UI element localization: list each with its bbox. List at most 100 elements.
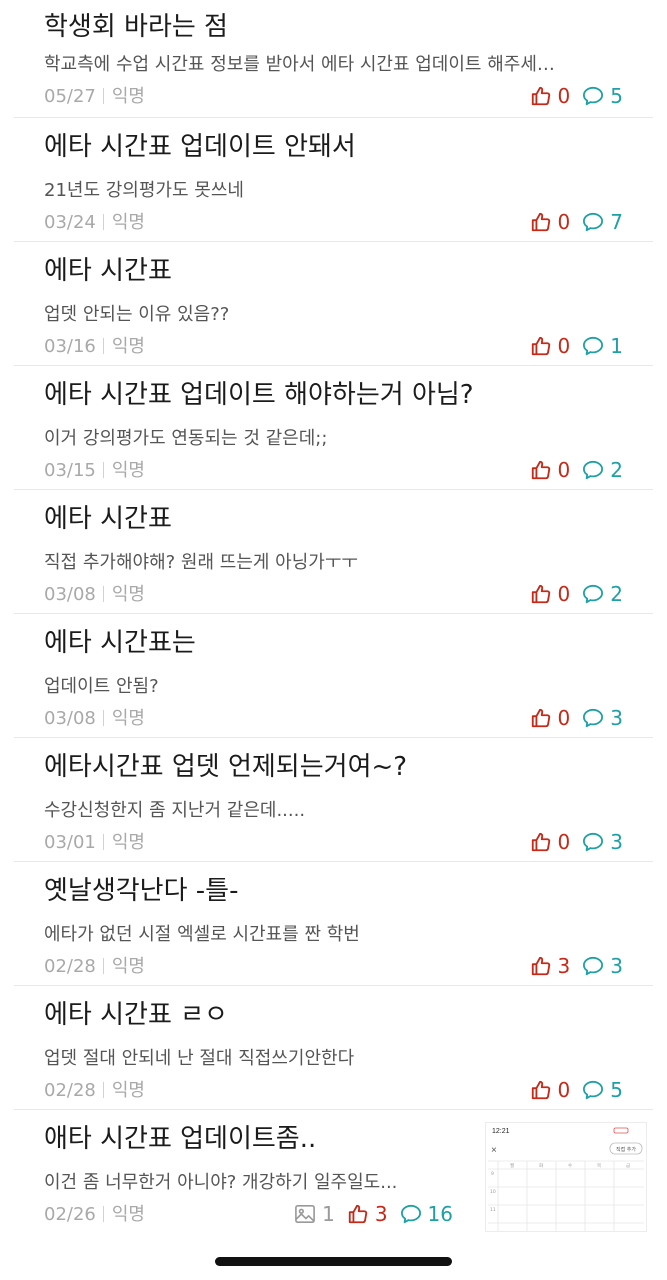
post-meta: 02/26 익명 bbox=[44, 1200, 145, 1226]
like-count: 0 bbox=[530, 1078, 570, 1102]
speech-bubble-icon bbox=[400, 1204, 421, 1224]
post-date: 03/15 bbox=[44, 460, 96, 481]
post-stats: 3 3 bbox=[518, 954, 623, 978]
post-preview: 수강신청한지 좀 지난거 같은데..... bbox=[44, 800, 306, 821]
post-item[interactable]: 에타 시간표 직접 추가해야해? 원래 뜨는게 아닝가ㅜㅜ 03/08 익명 0 … bbox=[14, 490, 653, 614]
post-preview: 업뎃 안되는 이유 있음?? bbox=[44, 304, 230, 325]
timetable-screenshot-image: 12:21 × 직접 추가 월 화 수 목 금 9 10 11 bbox=[488, 1127, 644, 1231]
thumb-day: 금 bbox=[626, 1163, 630, 1169]
meta-divider bbox=[102, 958, 104, 974]
post-author: 익명 bbox=[111, 956, 145, 977]
post-title: 에타시간표 업뎃 언제되는거여~? bbox=[44, 752, 408, 782]
thumb-day: 수 bbox=[568, 1163, 572, 1169]
thumbs-up-icon bbox=[531, 86, 550, 106]
post-meta: 03/08 익명 bbox=[44, 704, 145, 730]
speech-bubble-icon bbox=[583, 460, 604, 480]
thumbs-up-icon bbox=[531, 1080, 550, 1100]
post-title: 에타 시간표는 bbox=[44, 628, 196, 658]
post-author: 익명 bbox=[111, 708, 145, 729]
post-preview: 이건 좀 너무한거 아니야? 개강하기 일주일도... bbox=[44, 1172, 398, 1193]
speech-bubble-icon bbox=[583, 832, 604, 852]
thumbs-up-icon bbox=[531, 336, 550, 356]
post-date: 03/16 bbox=[44, 336, 96, 357]
post-stats: 0 1 bbox=[518, 334, 623, 358]
post-meta: 03/01 익명 bbox=[44, 828, 145, 854]
post-title: 에타 시간표 bbox=[44, 504, 172, 534]
post-author: 익명 bbox=[111, 832, 145, 853]
post-item[interactable]: 에타시간표 업뎃 언제되는거여~? 수강신청한지 좀 지난거 같은데..... … bbox=[14, 738, 653, 862]
thumbs-up-icon bbox=[531, 956, 550, 976]
image-icon bbox=[295, 1205, 315, 1223]
post-item[interactable]: 옛날생각난다 -틀- 에타가 없던 시절 엑셀로 시간표를 짠 학번 02/28… bbox=[14, 862, 653, 986]
thumb-hour: 11 bbox=[490, 1207, 496, 1213]
post-item[interactable]: 에타 시간표는 업데이트 안됨? 03/08 익명 0 3 bbox=[14, 614, 653, 738]
speech-bubble-icon bbox=[583, 1080, 604, 1100]
thumb-time: 12:21 bbox=[492, 1128, 510, 1135]
meta-divider bbox=[102, 214, 104, 230]
post-date: 02/26 bbox=[44, 1204, 96, 1225]
comment-count: 5 bbox=[582, 1078, 623, 1102]
post-stats: 0 2 bbox=[518, 582, 623, 606]
post-thumbnail[interactable]: 12:21 × 직접 추가 월 화 수 목 금 9 10 11 bbox=[485, 1122, 647, 1232]
speech-bubble-icon bbox=[583, 212, 604, 232]
post-title: 에타 시간표 업데이트 안돼서 bbox=[44, 132, 356, 162]
post-meta: 03/08 익명 bbox=[44, 580, 145, 606]
post-stats: 0 3 bbox=[518, 706, 623, 730]
post-preview: 에타가 없던 시절 엑셀로 시간표를 짠 학번 bbox=[44, 924, 360, 945]
post-title: 에타 시간표 업데이트 해야하는거 아님? bbox=[44, 380, 474, 410]
meta-divider bbox=[102, 834, 104, 850]
speech-bubble-icon bbox=[583, 336, 604, 356]
post-date: 03/08 bbox=[44, 584, 96, 605]
post-author: 익명 bbox=[111, 336, 145, 357]
post-meta: 03/16 익명 bbox=[44, 332, 145, 358]
post-date: 05/27 bbox=[44, 86, 96, 107]
comment-count: 3 bbox=[582, 954, 623, 978]
post-date: 03/01 bbox=[44, 832, 96, 853]
post-meta: 03/24 익명 bbox=[44, 208, 145, 234]
thumbs-up-icon bbox=[531, 212, 550, 232]
post-item[interactable]: 애타 시간표 업데이트좀.. 이건 좀 너무한거 아니야? 개강하기 일주일도.… bbox=[14, 1110, 653, 1234]
home-indicator[interactable] bbox=[215, 1257, 452, 1266]
post-preview: 업뎃 절대 안되네 난 절대 직접쓰기안한다 bbox=[44, 1048, 355, 1069]
post-preview: 업데이트 안됨? bbox=[44, 676, 159, 697]
post-item[interactable]: 학생회 바라는 점 학교측에 수업 시간표 정보를 받아서 에타 시간표 업데이… bbox=[14, 0, 653, 118]
post-item[interactable]: 에타 시간표 업데이트 해야하는거 아님? 이거 강의평가도 연동되는 것 같은… bbox=[14, 366, 653, 490]
post-preview: 학교측에 수업 시간표 정보를 받아서 에타 시간표 업데이트 해주세… bbox=[44, 54, 555, 75]
post-title: 애타 시간표 업데이트좀.. bbox=[44, 1124, 317, 1154]
like-count: 0 bbox=[530, 334, 570, 358]
post-item[interactable]: 에타 시간표 업뎃 안되는 이유 있음?? 03/16 익명 0 1 bbox=[14, 242, 653, 366]
post-preview: 이거 강의평가도 연동되는 것 같은데;; bbox=[44, 428, 328, 449]
post-title: 학생회 바라는 점 bbox=[44, 12, 228, 42]
comment-count: 7 bbox=[582, 210, 623, 234]
post-stats: 0 5 bbox=[518, 84, 623, 108]
post-stats: 0 3 bbox=[518, 830, 623, 854]
like-count: 0 bbox=[530, 706, 570, 730]
thumbs-up-icon bbox=[531, 584, 550, 604]
post-stats: 1 3 16 bbox=[282, 1202, 453, 1226]
image-count: 1 bbox=[294, 1202, 335, 1226]
thumbs-up-icon bbox=[531, 708, 550, 728]
post-stats: 0 2 bbox=[518, 458, 623, 482]
post-author: 익명 bbox=[111, 1080, 145, 1101]
comment-count: 3 bbox=[582, 706, 623, 730]
like-count: 0 bbox=[530, 210, 570, 234]
post-author: 익명 bbox=[111, 86, 145, 107]
post-item[interactable]: 에타 시간표 업데이트 안돼서 21년도 강의평가도 못쓰네 03/24 익명 0… bbox=[14, 118, 653, 242]
post-meta: 02/28 익명 bbox=[44, 952, 145, 978]
post-meta: 02/28 익명 bbox=[44, 1076, 145, 1102]
post-preview: 21년도 강의평가도 못쓰네 bbox=[44, 180, 244, 201]
like-count: 0 bbox=[530, 458, 570, 482]
meta-divider bbox=[102, 88, 104, 104]
meta-divider bbox=[102, 1206, 104, 1222]
post-item[interactable]: 에타 시간표 ㄹㅇ 업뎃 절대 안되네 난 절대 직접쓰기안한다 02/28 익명… bbox=[14, 986, 653, 1110]
post-author: 익명 bbox=[111, 460, 145, 481]
thumb-day: 목 bbox=[597, 1163, 601, 1169]
post-date: 03/24 bbox=[44, 212, 96, 233]
thumbs-up-icon bbox=[348, 1204, 367, 1224]
like-count: 0 bbox=[530, 84, 570, 108]
thumbs-up-icon bbox=[531, 832, 550, 852]
comment-count: 1 bbox=[582, 334, 623, 358]
thumbs-up-icon bbox=[531, 460, 550, 480]
thumb-close: × bbox=[491, 1145, 497, 1156]
post-date: 02/28 bbox=[44, 956, 96, 977]
